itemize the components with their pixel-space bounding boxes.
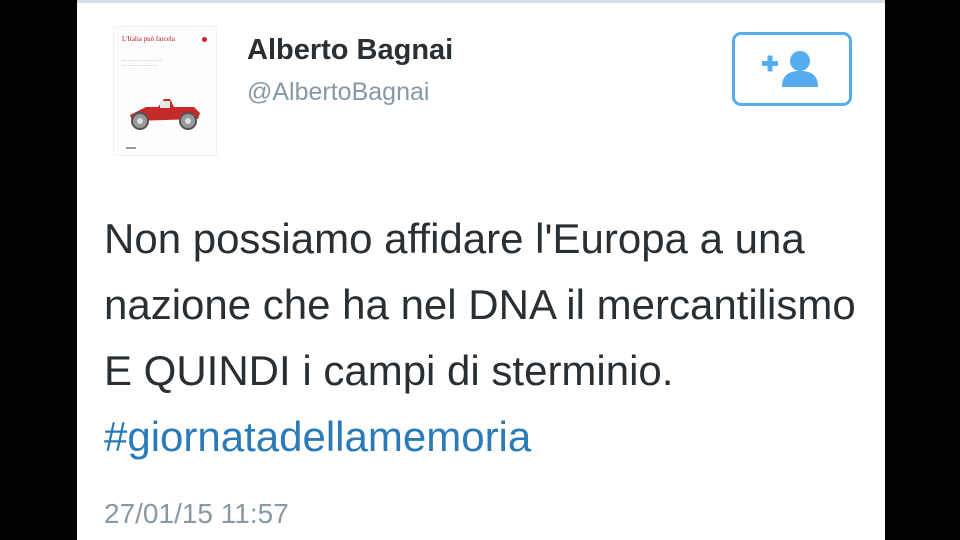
- avatar[interactable]: L'Italia può farcela — — — — — — — — — — …: [113, 26, 217, 156]
- red-car-icon: [130, 99, 200, 130]
- user-handle[interactable]: @AlbertoBagnai: [247, 78, 429, 107]
- tweet-timestamp[interactable]: 27/01/15 11:57: [104, 498, 289, 530]
- logo-dot: [202, 37, 207, 42]
- tweet-body: Non possiamo affidare l'Europa a una naz…: [104, 215, 856, 394]
- follow-button[interactable]: [732, 32, 852, 106]
- tweet-card: L'Italia può farcela — — — — — — — — — — …: [77, 0, 885, 540]
- add-user-icon: [762, 51, 818, 87]
- display-name[interactable]: Alberto Bagnai: [247, 34, 453, 67]
- avatar-footer-mark: [126, 147, 136, 149]
- avatar-book-title: L'Italia può farcela: [122, 35, 175, 43]
- hashtag-link[interactable]: #giornatadellamemoria: [104, 413, 531, 460]
- tweet-text: Non possiamo affidare l'Europa a una naz…: [104, 206, 874, 470]
- avatar-book-subtitle: — — — — — — — — — — — — — — —: [122, 57, 162, 67]
